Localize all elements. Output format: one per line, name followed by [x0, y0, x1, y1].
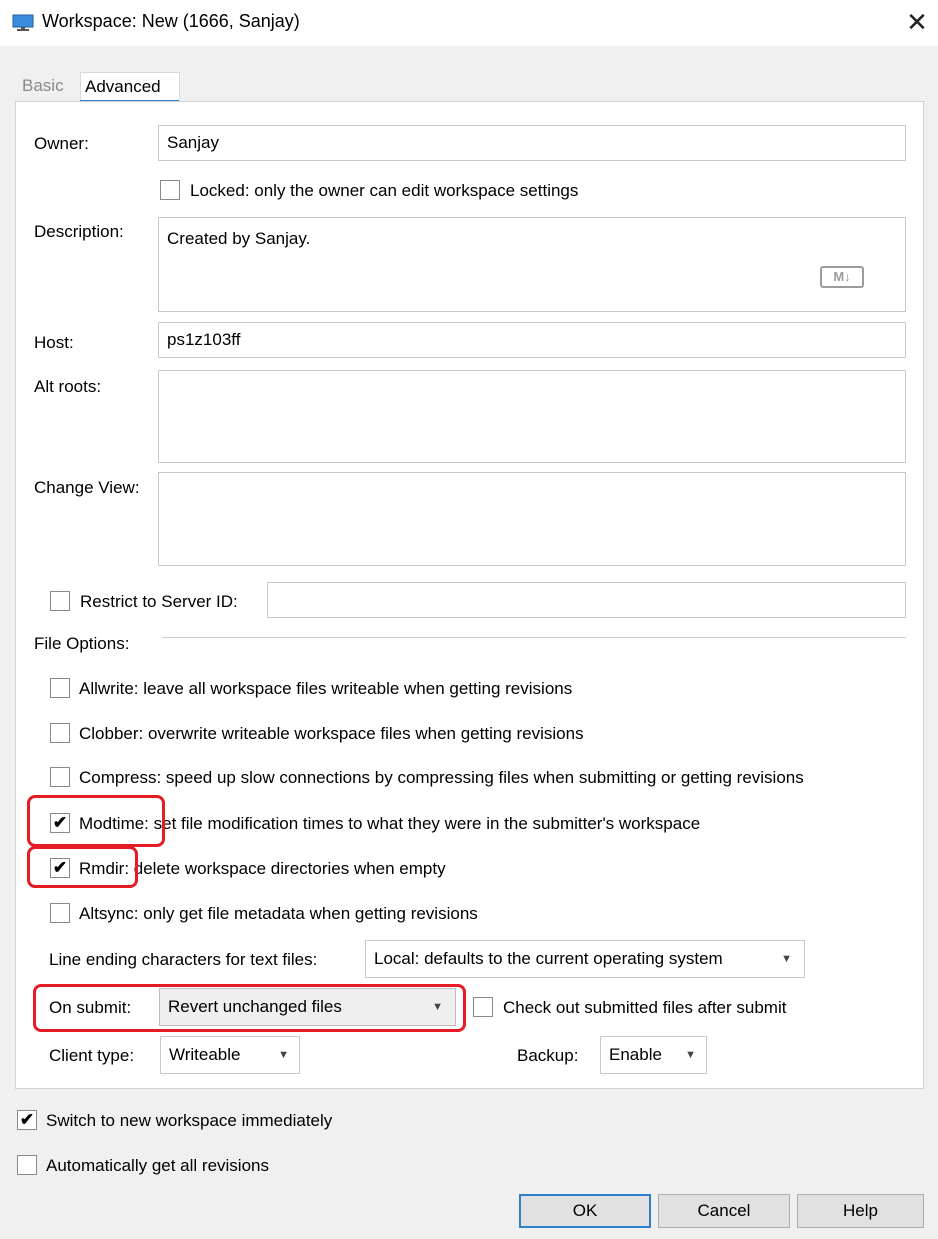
- client-type-select[interactable]: Writeable ▼: [160, 1036, 300, 1074]
- chevron-down-icon: ▼: [278, 1049, 289, 1061]
- allwrite-label: Allwrite: leave all workspace files writ…: [79, 679, 573, 698]
- allwrite-checkbox[interactable]: [50, 678, 70, 698]
- line-ending-select[interactable]: Local: defaults to the current operating…: [365, 940, 805, 978]
- modtime-label: Modtime: set file modification times to …: [79, 814, 701, 833]
- line-ending-label: Line ending characters for text files:: [49, 950, 318, 969]
- description-field[interactable]: Created by Sanjay.: [158, 217, 906, 312]
- on-submit-highlight: [33, 984, 466, 1032]
- monitor-icon: [12, 14, 34, 31]
- chevron-down-icon: ▼: [781, 953, 792, 965]
- restrict-label: Restrict to Server ID:: [80, 592, 238, 611]
- rmdir-highlight: [27, 846, 138, 888]
- auto-get-label: Automatically get all revisions: [46, 1156, 269, 1175]
- file-options-divider: [162, 637, 906, 638]
- switch-workspace-checkbox[interactable]: ✔: [17, 1110, 37, 1130]
- locked-checkbox[interactable]: [160, 180, 180, 200]
- chevron-down-icon: ▼: [685, 1049, 696, 1061]
- switch-workspace-label: Switch to new workspace immediately: [46, 1111, 333, 1130]
- tab-advanced[interactable]: Advanced: [80, 72, 180, 101]
- client-type-value: Writeable: [169, 1045, 241, 1064]
- description-label: Description:: [34, 222, 124, 241]
- client-type-label: Client type:: [49, 1046, 135, 1065]
- alt-roots-field[interactable]: [158, 370, 906, 463]
- ok-button[interactable]: OK: [519, 1194, 651, 1228]
- host-label: Host:: [34, 333, 74, 352]
- line-ending-value: Local: defaults to the current operating…: [374, 949, 723, 968]
- server-id-field[interactable]: [267, 582, 906, 618]
- checkout-checkbox[interactable]: [473, 997, 493, 1017]
- cancel-button[interactable]: Cancel: [658, 1194, 790, 1228]
- auto-get-checkbox[interactable]: [17, 1155, 37, 1175]
- markdown-icon[interactable]: M↓: [820, 266, 864, 288]
- window-title: Workspace: New (1666, Sanjay): [42, 11, 300, 31]
- owner-label: Owner:: [34, 134, 89, 153]
- altsync-label: Altsync: only get file metadata when get…: [79, 904, 478, 923]
- change-view-field[interactable]: [158, 472, 906, 566]
- owner-field[interactable]: Sanjay: [158, 125, 906, 161]
- host-field[interactable]: ps1z103ff: [158, 322, 906, 358]
- locked-label: Locked: only the owner can edit workspac…: [190, 181, 579, 200]
- change-view-label: Change View:: [34, 478, 140, 497]
- modtime-highlight: [27, 795, 165, 847]
- close-icon[interactable]: ✕: [900, 5, 934, 39]
- backup-value: Enable: [609, 1045, 662, 1064]
- backup-label: Backup:: [517, 1046, 579, 1065]
- altsync-checkbox[interactable]: [50, 903, 70, 923]
- compress-checkbox[interactable]: [50, 767, 70, 787]
- backup-select[interactable]: Enable ▼: [600, 1036, 707, 1074]
- alt-roots-label: Alt roots:: [34, 377, 102, 396]
- compress-label: Compress: speed up slow connections by c…: [79, 768, 804, 787]
- tab-basic[interactable]: Basic: [18, 72, 68, 100]
- clobber-checkbox[interactable]: [50, 723, 70, 743]
- restrict-checkbox[interactable]: [50, 591, 70, 611]
- help-button[interactable]: Help: [797, 1194, 924, 1228]
- clobber-label: Clobber: overwrite writeable workspace f…: [79, 724, 584, 743]
- checkout-label: Check out submitted files after submit: [503, 998, 787, 1017]
- file-options-heading: File Options:: [34, 634, 130, 653]
